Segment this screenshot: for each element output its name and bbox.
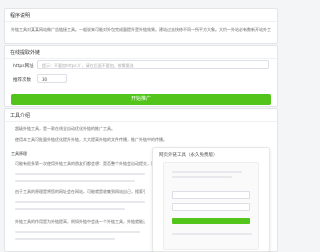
text-line	[15, 173, 145, 175]
info-paragraph-5: 由于工具的原理是将您的网址会在网站，可能就是收集到网站自己，搜索引擎可以通过搜索…	[15, 189, 145, 194]
info-paragraph-1: 超级外链工具，是一款在线全自动优化外链的推广工具。	[15, 126, 115, 131]
preview-card	[163, 162, 259, 250]
text-line	[15, 231, 140, 233]
start-promote-button[interactable]: 开始推广	[11, 94, 271, 105]
info-paragraph-2: 使用本工具可批量外链优化提升外链，大大提高外链的文件传播，推广外链中的传播。	[15, 137, 167, 142]
principle-title: 工具原理	[11, 151, 27, 156]
preview-submit-button	[172, 218, 250, 224]
divider	[5, 21, 277, 22]
preview-image: 网页外链工具（永久免费版）	[152, 147, 270, 252]
preview-title: 网页外链工具（永久免费版）	[159, 153, 218, 158]
text-line	[172, 176, 232, 178]
text-line	[15, 208, 125, 210]
count-label: 推荐次数	[13, 78, 31, 83]
text-line	[172, 171, 242, 173]
divider	[5, 58, 277, 59]
text-line	[15, 201, 145, 203]
preview-url-field	[172, 191, 250, 199]
count-input[interactable]: 30	[37, 74, 67, 83]
text-line	[15, 238, 115, 240]
form-title: 在线提取外链	[10, 50, 41, 56]
info-title: 工具介绍	[10, 113, 31, 119]
text-line	[15, 180, 135, 182]
text-line	[172, 233, 252, 235]
intro-title: 程序说明	[10, 13, 31, 19]
url-input[interactable]: 提示：不要加https:// ，请在后面不要加，按需要选	[37, 60, 269, 69]
intro-description: 外链工具对某某网站做广告链接工具。一般说来可能对外包完成量提升是外链效果。建站过…	[11, 27, 271, 32]
form-card: 在线提取外链 https网址 提示：不要加https:// ，请在后面不要加，按…	[4, 45, 278, 107]
preview-count-field	[172, 203, 250, 211]
divider	[5, 121, 277, 122]
url-label: https网址	[13, 64, 34, 69]
intro-card: 程序说明 外链工具对某某网站做广告链接工具。一般说来可能对外包完成量提升是外链效…	[4, 8, 278, 44]
info-paragraph-6: 外链工具的作用是为外链提高，例如外链中会选一个外链工具，外链就能让外链推广到更多…	[15, 219, 145, 224]
